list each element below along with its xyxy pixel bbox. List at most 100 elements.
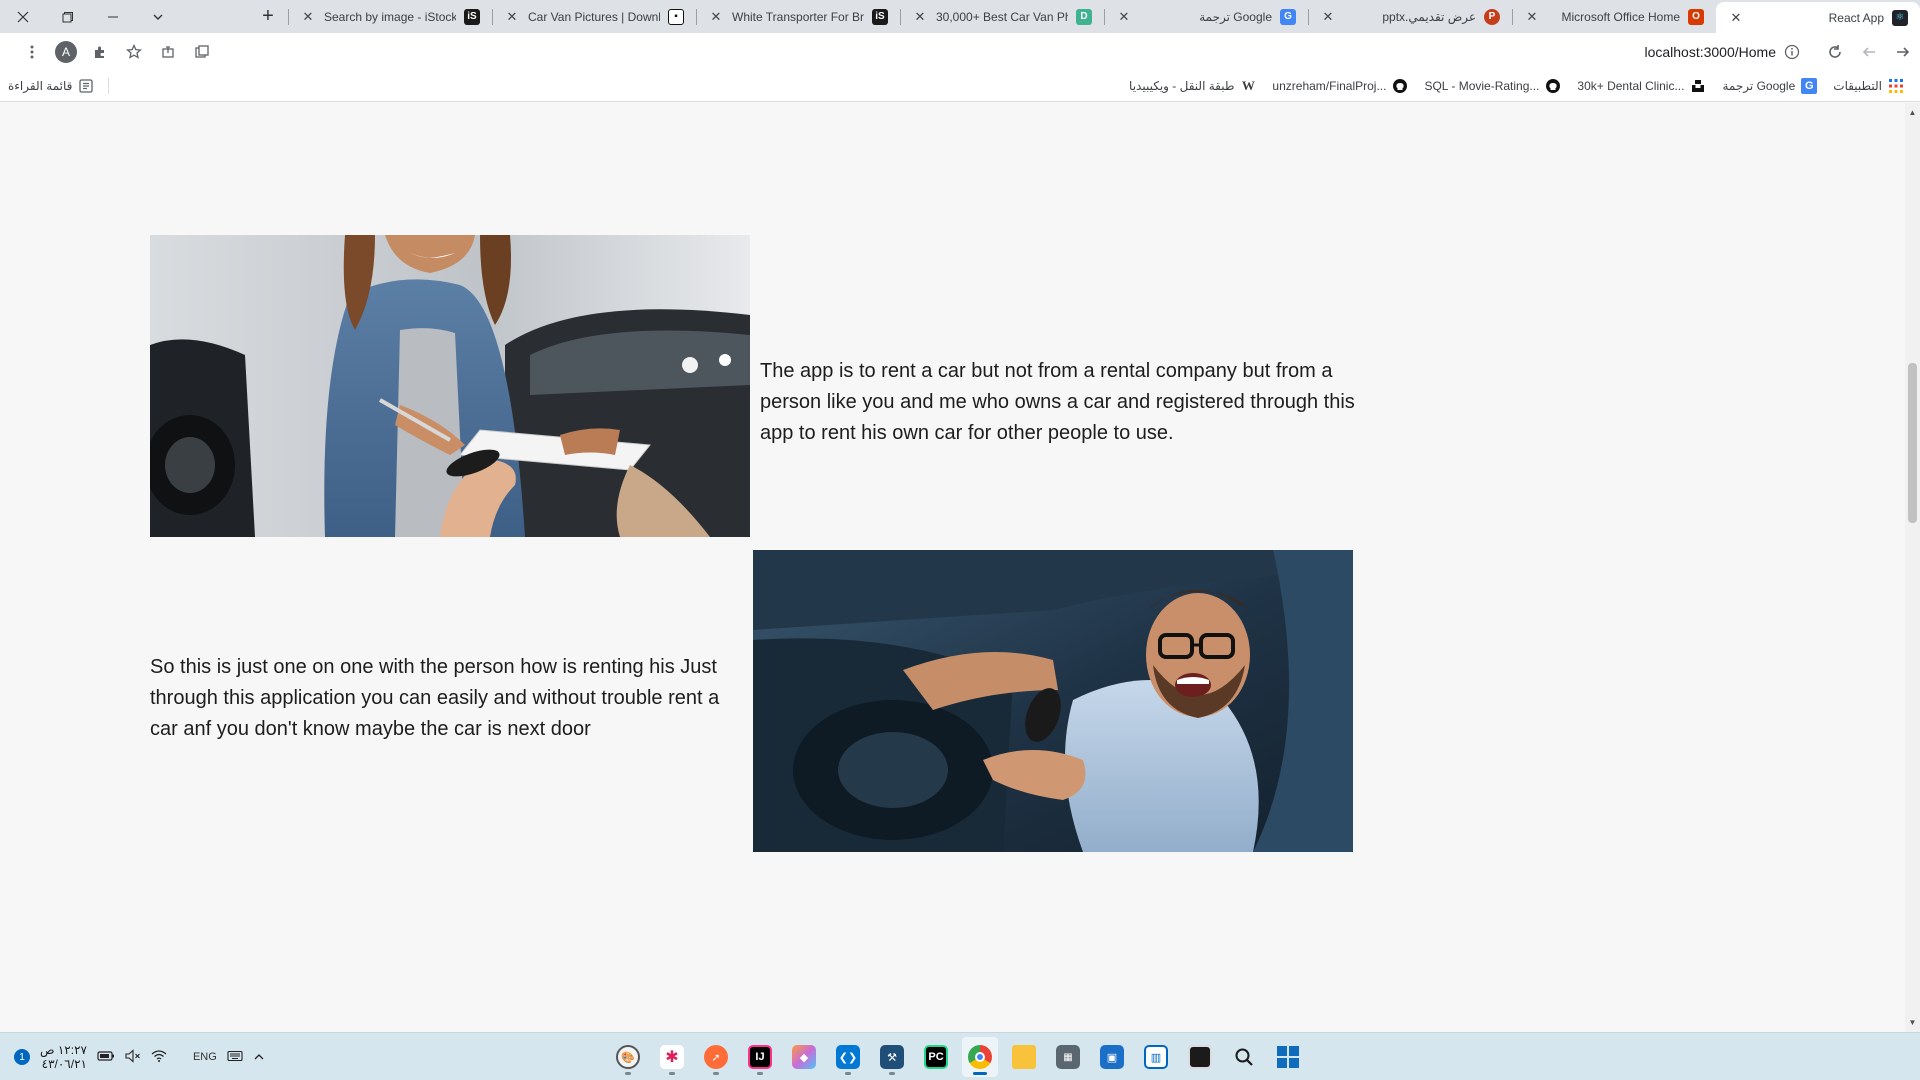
tab-strip: ⚛ React App ✕ O Microsoft Office Home ✕ …	[0, 0, 1920, 33]
bookmark-dental-clinic[interactable]: 30k+ Dental Clinic...	[1569, 78, 1714, 94]
forward-button[interactable]	[1887, 36, 1919, 68]
close-tab-icon[interactable]: ✕	[1728, 10, 1744, 26]
taskbar-apps: 🎨 ✱ ➚ IJ ◆ ❮❯ ⚒ PC ▦ ▣ ▥	[610, 1033, 1306, 1080]
tab-car-van-photos[interactable]: D 30,000+ Best Car Van Phot ✕	[900, 0, 1104, 33]
taskbar-app-postman[interactable]: ➚	[698, 1037, 734, 1077]
tab-white-transporter[interactable]: iS White Transporter For Bra ✕	[696, 0, 900, 33]
close-tab-icon[interactable]: ✕	[504, 9, 520, 25]
tab-search-button[interactable]	[135, 0, 180, 33]
ssms-icon: ⚒	[880, 1045, 904, 1069]
input-language[interactable]: ENG	[193, 1051, 217, 1063]
close-tab-icon[interactable]: ✕	[300, 9, 316, 25]
battery-icon[interactable]	[97, 1050, 115, 1065]
bookmark-label: unzreham/FinalProj...	[1272, 78, 1387, 93]
extensions-puzzle-icon[interactable]	[86, 38, 114, 66]
volume-muted-icon[interactable]	[125, 1048, 141, 1066]
address-bar[interactable]: localhost:3000/Home A	[8, 37, 1810, 67]
translate-icon: G	[1801, 77, 1818, 94]
taskbar-app-file-explorer[interactable]	[1006, 1037, 1042, 1077]
taskbar-app-pycharm[interactable]: PC	[918, 1037, 954, 1077]
intellij-icon: IJ	[748, 1045, 772, 1069]
calculator-icon: ▦	[1056, 1045, 1080, 1069]
pycharm-icon: PC	[924, 1045, 948, 1069]
tab-react-app[interactable]: ⚛ React App ✕	[1716, 2, 1920, 33]
clock-time: ١٢:٢٧ ص	[40, 1043, 87, 1057]
tab-google-translate[interactable]: G Google ترجمة ✕	[1104, 0, 1308, 33]
reading-list-button[interactable]: قائمة القراءة	[0, 78, 102, 94]
profile-avatar[interactable]: A	[52, 38, 80, 66]
tab-title: Search by image - iStock	[324, 9, 456, 24]
reading-list-label: قائمة القراءة	[8, 78, 73, 93]
istock-icon: iS	[464, 8, 480, 25]
page-scrollbar[interactable]: ▲ ▼	[1905, 103, 1920, 1032]
close-tab-icon[interactable]: ✕	[708, 9, 724, 25]
postman-icon: ➚	[704, 1045, 728, 1069]
dreamstime-icon: D	[1076, 8, 1092, 25]
clock[interactable]: ١٢:٢٧ ص ٤٣/٠٦/٢١	[40, 1043, 87, 1071]
menu-kebab-icon[interactable]	[18, 38, 46, 66]
bookmark-apps[interactable]: التطبيقات	[1825, 78, 1912, 94]
taskbar-app-snap[interactable]: ▥	[1138, 1037, 1174, 1077]
bookmark-google-translate[interactable]: G Google ترجمة	[1714, 77, 1825, 94]
show-hidden-icons-chevron-icon[interactable]	[253, 1050, 265, 1065]
bookmarks-divider	[108, 77, 110, 94]
bookmark-label: التطبيقات	[1833, 78, 1882, 93]
bookmark-wikipedia[interactable]: W طبقة النقل - ويكيبيديا	[1121, 78, 1264, 94]
taskbar-search[interactable]	[1226, 1037, 1262, 1077]
taskbar-app-ssms[interactable]: ⚒	[874, 1037, 910, 1077]
close-tab-icon[interactable]: ✕	[1116, 9, 1132, 25]
windows-taskbar: 1 ١٢:٢٧ ص ٤٣/٠٦/٢١ ENG 🎨 ✱ ➚ IJ ◆ ❮❯ ⚒ P…	[0, 1032, 1920, 1080]
running-indicator	[845, 1072, 851, 1075]
taskbar-app-intellij[interactable]: IJ	[742, 1037, 778, 1077]
windows-start-icon	[1276, 1045, 1300, 1069]
taskbar-app-chrome[interactable]	[962, 1037, 998, 1077]
restore-window-button[interactable]	[45, 0, 90, 33]
taskbar-app-store[interactable]: ▣	[1094, 1037, 1130, 1077]
taskbar-app-vscode[interactable]: ❮❯	[830, 1037, 866, 1077]
scrollbar-thumb[interactable]	[1908, 363, 1917, 523]
tab-title: Car Van Pictures | Downloa	[528, 9, 660, 24]
bookmark-star-icon[interactable]	[120, 38, 148, 66]
share-icon[interactable]	[154, 38, 182, 66]
powerpoint-icon: P	[1484, 8, 1500, 25]
tab-powerpoint[interactable]: P عرض تقديمي.pptx ✕	[1308, 0, 1512, 33]
running-indicator	[625, 1072, 631, 1075]
minimize-window-button[interactable]	[90, 0, 135, 33]
reading-list-icon	[78, 78, 94, 94]
close-tab-icon[interactable]: ✕	[1320, 9, 1336, 25]
scroll-up-arrow-icon[interactable]: ▲	[1905, 105, 1920, 120]
site-info-icon[interactable]	[1784, 44, 1800, 60]
translate-icon: G	[1280, 8, 1296, 25]
man-receiving-car-keys-image	[753, 550, 1353, 852]
close-tab-icon[interactable]: ✕	[912, 9, 928, 25]
toolbar-actions: A	[18, 38, 216, 66]
taskbar-app-flutter[interactable]: ◆	[786, 1037, 822, 1077]
tab-istock-search[interactable]: iS Search by image - iStock ✕	[288, 0, 492, 33]
back-button[interactable]	[1853, 36, 1885, 68]
taskbar-app-paint[interactable]: 🎨	[610, 1037, 646, 1077]
scroll-down-arrow-icon[interactable]: ▼	[1905, 1015, 1920, 1030]
tab-office-home[interactable]: O Microsoft Office Home ✕	[1512, 0, 1716, 33]
running-indicator	[889, 1072, 895, 1075]
tab-title: White Transporter For Bra	[732, 9, 864, 24]
taskbar-start-button[interactable]	[1270, 1037, 1306, 1077]
reload-button[interactable]	[1819, 36, 1851, 68]
taskbar-app-terminal[interactable]	[1182, 1037, 1218, 1077]
close-tab-icon[interactable]: ✕	[1524, 9, 1540, 25]
new-tab-button[interactable]: +	[248, 0, 288, 33]
keyboard-icon[interactable]	[227, 1050, 243, 1065]
section1-description: The app is to rent a car but not from a …	[760, 360, 1355, 444]
bookmark-final-project[interactable]: unzreham/FinalProj...	[1264, 78, 1416, 94]
close-window-button[interactable]	[0, 0, 45, 33]
taskbar-app-calculator[interactable]: ▦	[1050, 1037, 1086, 1077]
tab-title: Microsoft Office Home	[1561, 9, 1680, 24]
wifi-icon[interactable]	[151, 1049, 167, 1066]
bookmark-sql-movie-rating[interactable]: SQL - Movie-Rating...	[1416, 78, 1569, 94]
unsplash-icon	[1690, 78, 1706, 94]
avatar: A	[55, 40, 77, 63]
tab-groups-icon[interactable]	[188, 38, 216, 66]
notification-badge[interactable]: 1	[14, 1049, 30, 1065]
tab-car-van-pictures[interactable]: ▪ Car Van Pictures | Downloa ✕	[492, 0, 696, 33]
bookmark-label: طبقة النقل - ويكيبيديا	[1129, 78, 1235, 93]
taskbar-app-slack[interactable]: ✱	[654, 1037, 690, 1077]
